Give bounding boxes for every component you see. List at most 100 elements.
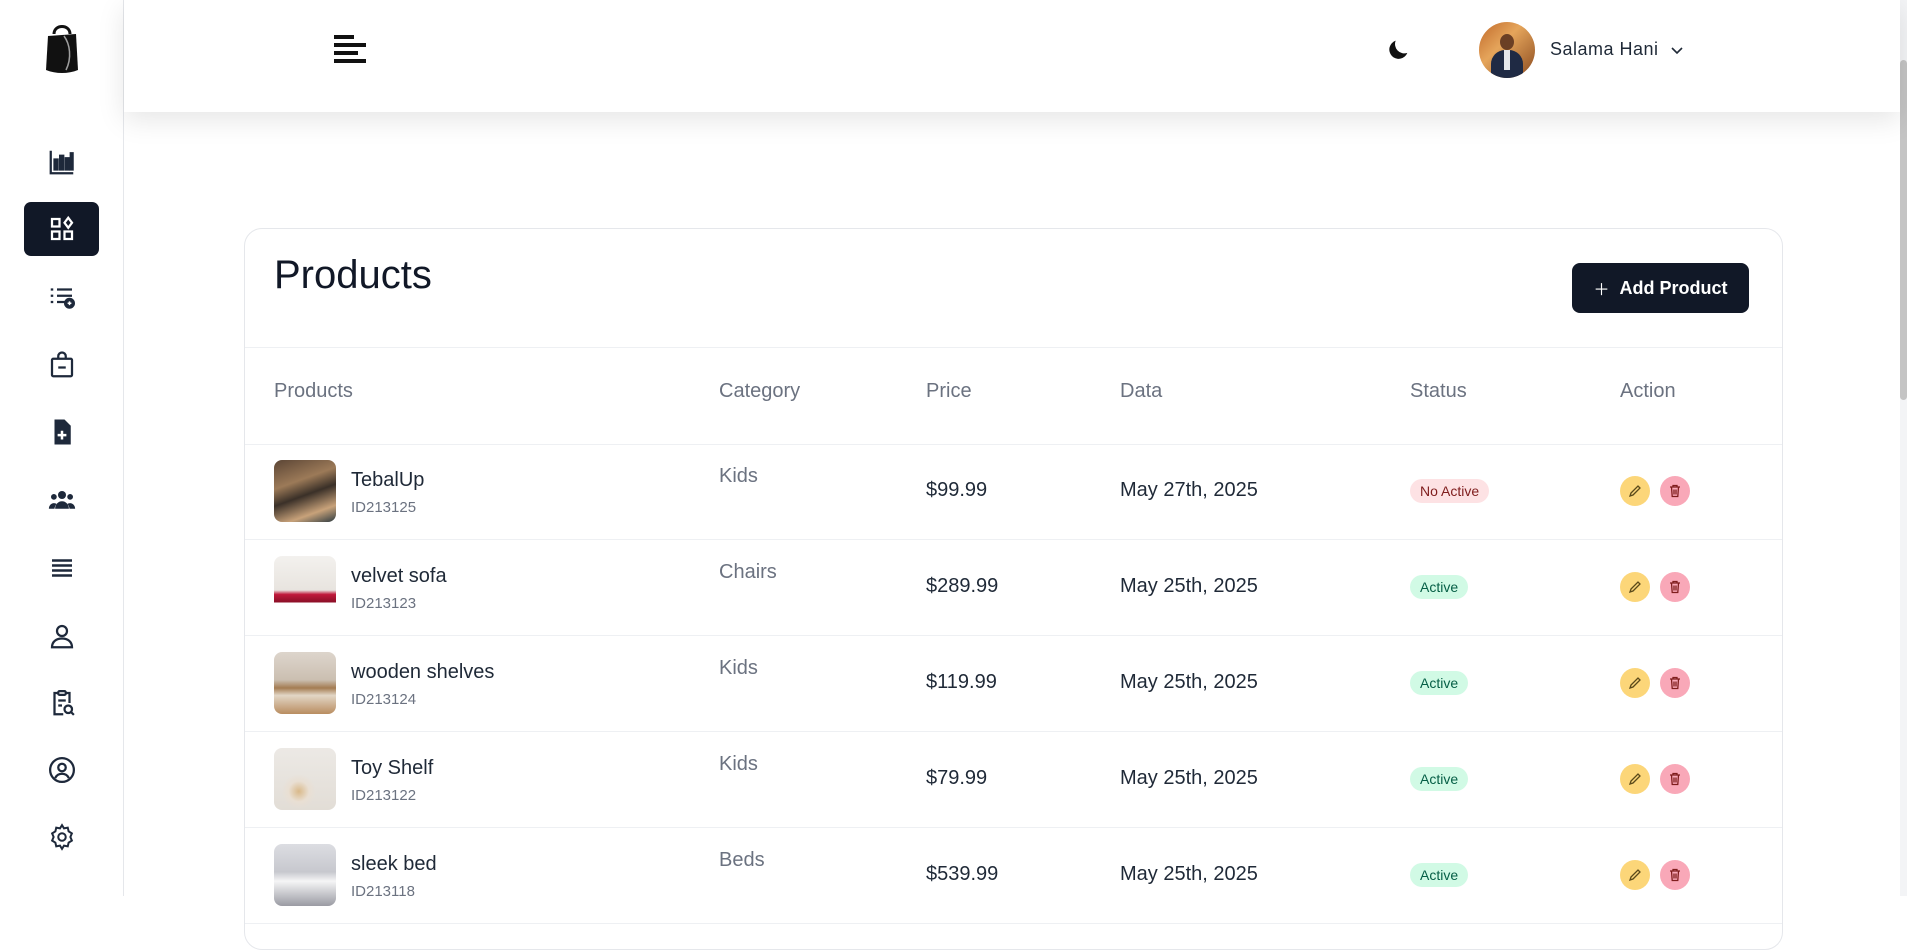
nav-list-add[interactable] <box>24 270 99 324</box>
table-row[interactable]: Toy Shelf ID213122 Kids $79.99 May 25th,… <box>245 731 1782 828</box>
product-id: ID213122 <box>351 787 417 804</box>
pencil-icon <box>1628 773 1641 786</box>
product-name[interactable]: sleek bed <box>351 853 437 876</box>
product-date: May 27th, 2025 <box>1120 479 1258 501</box>
nav-users[interactable] <box>24 473 99 527</box>
table-row[interactable]: velvet sofa ID213123 Chairs $289.99 May … <box>245 539 1782 636</box>
product-id: ID213125 <box>351 499 417 516</box>
product-thumbnail <box>274 460 336 522</box>
column-header-price[interactable]: Price <box>926 380 972 403</box>
column-header-action: Action <box>1620 380 1676 402</box>
trash-icon <box>1670 580 1680 594</box>
pencil-icon <box>1628 677 1641 690</box>
user-circle-icon <box>48 757 75 783</box>
product-category: Kids <box>719 465 758 487</box>
delete-button[interactable] <box>1660 476 1690 506</box>
trash-icon <box>1670 868 1680 882</box>
table-row[interactable]: sleek bed ID213118 Beds $539.99 May 25th… <box>245 827 1782 924</box>
product-id: ID213123 <box>351 595 417 612</box>
bar-chart-icon <box>49 150 74 175</box>
clipboard-search-icon <box>52 690 75 716</box>
chevron-down-icon <box>1670 46 1683 54</box>
table-row[interactable]: TebalUp ID213125 Kids $99.99 May 27th, 2… <box>245 443 1782 540</box>
status-badge: Active <box>1410 767 1469 791</box>
delete-button[interactable] <box>1660 668 1690 698</box>
nav-settings[interactable] <box>24 810 99 864</box>
product-id: ID213118 <box>351 883 415 900</box>
product-date: May 25th, 2025 <box>1120 767 1258 789</box>
page-scrollbar[interactable] <box>1900 0 1907 896</box>
user-icon <box>50 624 73 649</box>
trash-icon <box>1670 676 1680 690</box>
nav-dashboard[interactable] <box>24 202 99 256</box>
product-thumbnail <box>274 652 336 714</box>
status-badge: Active <box>1410 575 1469 599</box>
edit-button[interactable] <box>1620 668 1650 698</box>
product-thumbnail <box>274 748 336 810</box>
product-category: Kids <box>719 753 758 775</box>
products-card: Products ＋ Add Product Products Category… <box>244 228 1783 950</box>
table-row[interactable]: wooden shelves ID213124 Kids $119.99 May… <box>245 635 1782 732</box>
topbar: Salama Hani <box>124 0 1900 112</box>
column-header-products[interactable]: Products <box>274 380 353 403</box>
pencil-icon <box>1628 869 1641 882</box>
moon-icon[interactable] <box>1384 36 1412 64</box>
shopping-bag-minus-icon <box>50 351 73 378</box>
add-product-label: Add Product <box>1619 277 1728 298</box>
product-id: ID213124 <box>351 691 417 708</box>
gear-icon <box>50 823 73 851</box>
table-header: Products Category Price Data Status Acti… <box>245 347 1782 445</box>
nav-add-file[interactable] <box>24 405 99 459</box>
product-thumbnail <box>274 844 336 906</box>
status-badge: No Active <box>1410 479 1490 503</box>
page-title: Products <box>274 253 432 297</box>
product-name[interactable]: TebalUp <box>351 469 424 492</box>
product-price: $99.99 <box>926 479 988 501</box>
dashboard-grid-icon <box>50 215 73 241</box>
nav-orders[interactable] <box>24 338 99 392</box>
nav-list[interactable] <box>24 541 99 595</box>
delete-button[interactable] <box>1660 572 1690 602</box>
product-price: $79.99 <box>926 767 988 789</box>
product-category: Kids <box>719 657 758 679</box>
trash-icon <box>1670 484 1680 498</box>
scrollbar-thumb[interactable] <box>1900 60 1907 400</box>
edit-button[interactable] <box>1620 476 1650 506</box>
user-menu[interactable]: Salama Hani <box>1479 21 1685 78</box>
add-product-button[interactable]: ＋ Add Product <box>1572 263 1749 313</box>
column-header-date[interactable]: Data <box>1120 380 1162 403</box>
edit-button[interactable] <box>1620 860 1650 890</box>
product-name[interactable]: Toy Shelf <box>351 757 433 780</box>
product-category: Beds <box>719 849 765 871</box>
status-badge: Active <box>1410 671 1469 695</box>
product-name[interactable]: velvet sofa <box>351 565 447 588</box>
column-header-category[interactable]: Category <box>719 380 800 403</box>
product-date: May 25th, 2025 <box>1120 575 1258 597</box>
menu-toggle-icon[interactable] <box>334 32 368 68</box>
sidebar <box>0 0 124 896</box>
delete-button[interactable] <box>1660 860 1690 890</box>
product-price: $119.99 <box>926 671 997 693</box>
product-name[interactable]: wooden shelves <box>351 661 494 684</box>
product-date: May 25th, 2025 <box>1120 863 1258 885</box>
product-price: $289.99 <box>926 575 999 597</box>
avatar <box>1479 21 1535 78</box>
edit-button[interactable] <box>1620 764 1650 794</box>
shopping-bag-logo-icon[interactable] <box>42 20 82 74</box>
list-add-icon <box>50 288 75 309</box>
file-add-icon <box>54 419 71 445</box>
pencil-icon <box>1628 485 1641 498</box>
edit-button[interactable] <box>1620 572 1650 602</box>
product-thumbnail <box>274 556 336 618</box>
nav-profile[interactable] <box>24 609 99 663</box>
delete-button[interactable] <box>1660 764 1690 794</box>
nav-account[interactable] <box>24 743 99 797</box>
nav-analytics[interactable] <box>24 135 99 189</box>
product-date: May 25th, 2025 <box>1120 671 1258 693</box>
list-lines-icon <box>51 559 72 577</box>
status-badge: Active <box>1410 863 1469 887</box>
trash-icon <box>1670 772 1680 786</box>
nav-reports[interactable] <box>24 676 99 730</box>
pencil-icon <box>1628 581 1641 594</box>
column-header-status[interactable]: Status <box>1410 380 1467 403</box>
